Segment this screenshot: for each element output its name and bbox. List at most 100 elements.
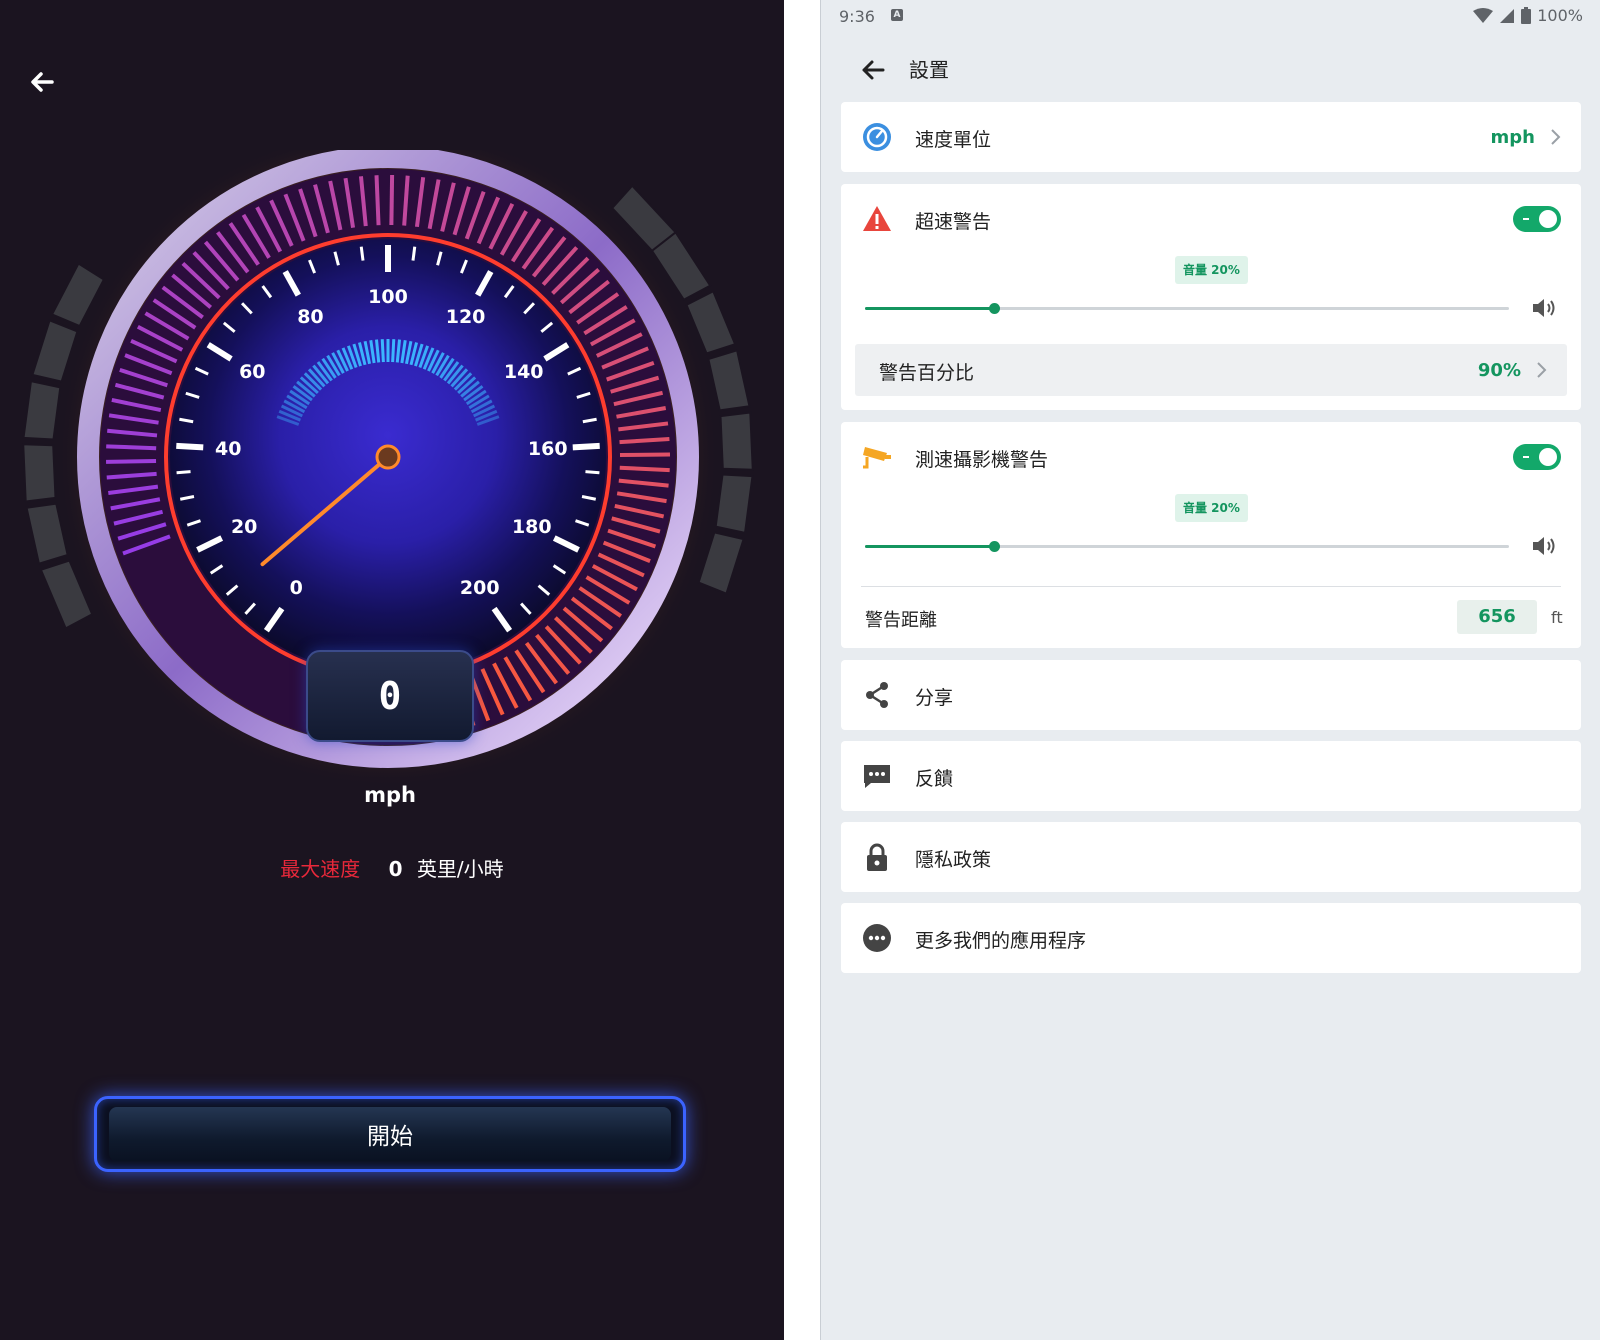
- speed-camera-icon: [863, 447, 891, 469]
- panel-gap: [784, 0, 820, 1340]
- privacy-policy-label: 隱私政策: [915, 849, 992, 871]
- tick-label: 120: [445, 306, 486, 329]
- warning-distance-input[interactable]: 656: [1457, 600, 1537, 634]
- max-speed-label: 最大速度: [280, 857, 361, 881]
- current-speed-value: 0: [378, 674, 402, 718]
- side-segment: [22, 443, 57, 503]
- tick-label: 140: [503, 361, 544, 384]
- camera-warning-card: 測速攝影機警告 音量 20% 警告距離 656 ft: [841, 422, 1581, 648]
- battery-percent: 100%: [1537, 6, 1583, 25]
- status-bar: 9:36 A 100%: [821, 0, 1600, 34]
- minor-tick: [411, 246, 417, 261]
- lock-icon: [867, 843, 887, 871]
- speed-unit-value: mph: [1490, 127, 1535, 148]
- current-speed-readout: 0: [306, 650, 474, 742]
- slider-thumb[interactable]: [988, 303, 1000, 314]
- warning-percent-value: 90%: [1477, 360, 1521, 381]
- battery-icon: [1521, 7, 1532, 24]
- warning-percent-row[interactable]: 警告百分比 90%: [855, 344, 1567, 396]
- tick-label: 160: [527, 437, 568, 460]
- warning-distance-label: 警告距離: [865, 610, 937, 631]
- max-speed-line: 最大速度 0 英里/小時: [0, 853, 784, 882]
- warning-percent-label: 警告百分比: [879, 362, 975, 384]
- speedometer-screen: 0 20 40 60 80 100 120 140 160 180 200 0 mph 最大速度 0…: [0, 0, 784, 1340]
- speedometer-icon: [863, 123, 891, 151]
- tick-label: 60: [239, 361, 266, 384]
- speedometer-gauge: 0 20 40 60 80 100 120 140 160 180 200 0 mph: [0, 150, 784, 807]
- outer-bar: [619, 465, 670, 473]
- wifi-icon: [1473, 7, 1494, 23]
- chevron-right-icon: [1551, 129, 1561, 145]
- inner-arc-bar: [391, 339, 396, 363]
- overspeed-warning-card: 超速警告 音量 20% 警告百分比 90%: [841, 184, 1581, 410]
- status-icons: 100%: [1473, 6, 1583, 25]
- more-dots-icon: [863, 924, 891, 952]
- feedback-row[interactable]: 反饋: [841, 741, 1581, 811]
- back-arrow-icon[interactable]: [26, 66, 58, 98]
- toggle-knob: [1539, 448, 1557, 466]
- start-button[interactable]: 開始: [94, 1096, 686, 1172]
- tick-label: 180: [511, 516, 552, 539]
- speaker-icon: [1533, 299, 1555, 317]
- camera-warning-toggle[interactable]: [1513, 444, 1561, 470]
- camera-volume-slider[interactable]: [865, 536, 1509, 556]
- share-label: 分享: [915, 687, 954, 709]
- minor-tick: [585, 470, 600, 475]
- side-segment: [25, 502, 69, 565]
- overspeed-volume-badge: 音量 20%: [1175, 256, 1248, 284]
- more-apps-row[interactable]: 更多我們的應用程序: [841, 903, 1581, 973]
- major-tick: [572, 442, 600, 451]
- outer-bar: [374, 175, 381, 226]
- start-button-label: 開始: [367, 1124, 413, 1150]
- outer-bar: [389, 175, 395, 226]
- slider-fill: [865, 545, 994, 548]
- divider: [861, 586, 1561, 587]
- status-time: 9:36: [839, 7, 875, 26]
- tick-label: 40: [214, 437, 242, 460]
- needle-hub: [375, 444, 401, 470]
- chevron-right-icon: [1537, 362, 1547, 378]
- overspeed-warning-toggle[interactable]: [1513, 206, 1561, 232]
- speaker-icon: [1533, 537, 1555, 555]
- more-apps-label: 更多我們的應用程序: [915, 930, 1087, 952]
- outer-bar: [106, 459, 157, 464]
- major-tick: [176, 442, 204, 451]
- toggle-knob: [1539, 210, 1557, 228]
- feedback-label: 反饋: [915, 768, 954, 790]
- settings-app-bar: 設置: [821, 44, 1600, 100]
- tick-label: 20: [230, 516, 258, 539]
- share-row[interactable]: 分享: [841, 660, 1581, 730]
- side-segment: [22, 379, 62, 441]
- back-arrow-icon[interactable]: [855, 52, 891, 88]
- slider-fill: [865, 307, 994, 310]
- warning-distance-unit: ft: [1551, 608, 1563, 627]
- speed-unit-row[interactable]: 速度單位 mph: [841, 102, 1581, 172]
- inner-arc-bar: [380, 339, 385, 363]
- minor-tick: [176, 470, 191, 475]
- overspeed-warning-label: 超速警告: [915, 211, 992, 233]
- gauge-unit-label: mph: [364, 783, 416, 807]
- tick-label: 80: [297, 306, 324, 329]
- share-icon: [866, 682, 888, 708]
- slider-thumb[interactable]: [988, 541, 1000, 552]
- max-speed-value: 0: [388, 857, 403, 881]
- toggle-bar: [1523, 218, 1529, 220]
- minor-tick: [359, 246, 365, 261]
- camera-volume-badge: 音量 20%: [1175, 494, 1248, 522]
- overspeed-volume-slider[interactable]: [865, 298, 1509, 318]
- side-segment: [719, 411, 754, 471]
- camera-warning-label: 測速攝影機警告: [915, 449, 1049, 471]
- tick-label: 0: [289, 577, 303, 600]
- tick-label: 200: [459, 577, 500, 600]
- max-speed-unit: 英里/小時: [416, 857, 504, 881]
- page-title: 設置: [909, 58, 949, 82]
- settings-screen: 9:36 A 100% 設置 速度單位 mph 超速警告 音量 20% 警告百分…: [820, 0, 1600, 1340]
- side-segment: [707, 349, 751, 412]
- privacy-policy-row[interactable]: 隱私政策: [841, 822, 1581, 892]
- signal-icon: [1500, 8, 1515, 23]
- toggle-bar: [1523, 456, 1529, 458]
- speed-unit-label: 速度單位: [915, 129, 992, 151]
- side-segment: [714, 473, 754, 535]
- notification-icon: A: [891, 9, 903, 21]
- outer-bar: [106, 444, 157, 451]
